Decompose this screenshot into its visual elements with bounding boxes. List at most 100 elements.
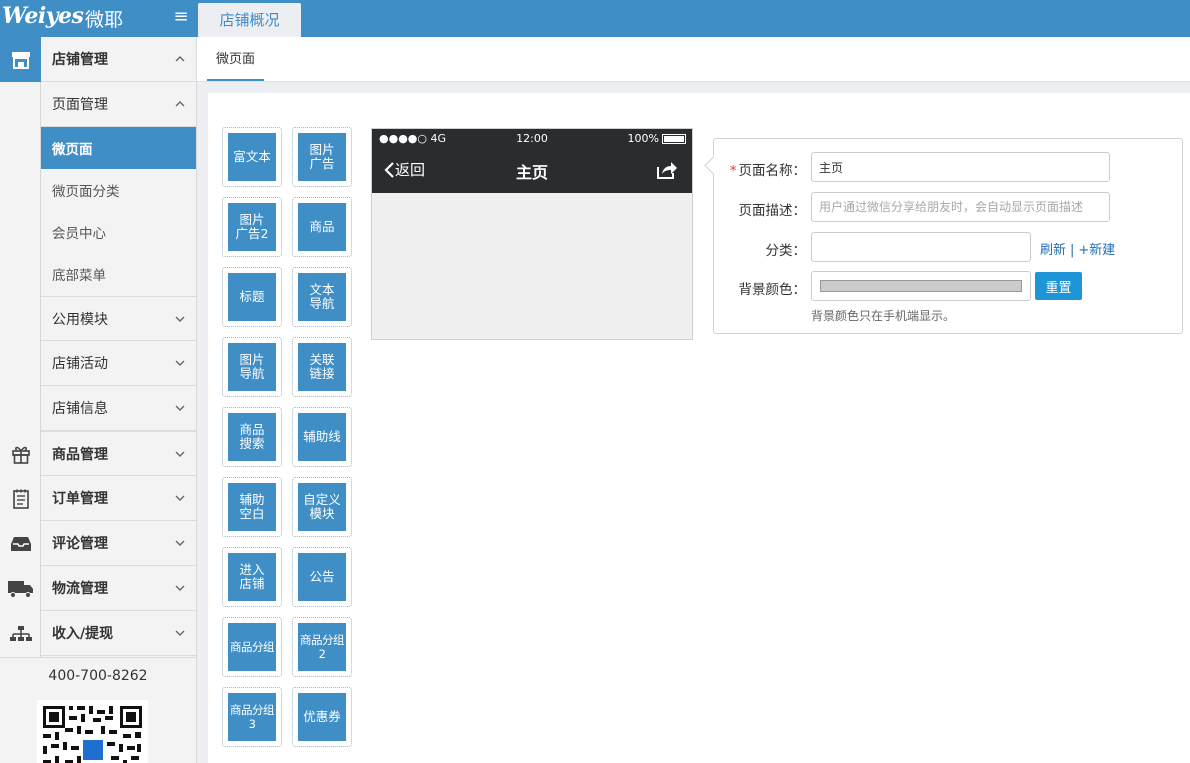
sidebar: 店铺管理 页面管理 微页面 微页面分类 会员中心 底部菜单 公用模块 店铺活动 … [0,37,197,763]
sidebar-sub-member-center[interactable]: 会员中心 [41,211,196,253]
sidebar-item-logistics-mgmt[interactable]: 物流管理 [41,566,196,611]
chevron-up-icon [175,101,185,107]
page-desc-input[interactable] [811,192,1110,222]
widget-goods-group-2[interactable]: 商品分组2 [292,617,352,677]
widget-goods[interactable]: 商品 [292,197,352,257]
sidebar-sub-micro-page[interactable]: 微页面 [41,127,196,169]
link-separator: | [1070,243,1075,258]
widget-title[interactable]: 标题 [222,267,282,327]
battery-icon [662,133,686,144]
share-icon[interactable] [656,160,678,184]
category-input[interactable] [811,232,1031,262]
sidebar-item-label: 店铺信息 [52,401,108,417]
qr-code-icon [37,700,148,763]
gift-icon[interactable] [0,431,41,476]
chevron-down-icon [175,316,185,322]
menu-toggle-icon[interactable]: ≡ [172,7,190,27]
sidebar-item-order-mgmt[interactable]: 订单管理 [41,476,196,521]
bg-color-picker[interactable] [811,271,1031,301]
sidebar-item-label: 店铺管理 [52,52,108,68]
widget-image-ad[interactable]: 图片广告 [292,127,352,187]
logo: Weiyes 微耶 ≡ [0,0,197,37]
sidebar-item-store-mgmt[interactable]: 店铺管理 [41,37,196,82]
widget-enter-store[interactable]: 进入店铺 [222,547,282,607]
tab-store-overview[interactable]: 店铺概况 [198,3,301,37]
bg-color-row: 背景颜色： 重置 [714,271,1184,301]
sidebar-item-goods-mgmt[interactable]: 商品管理 [41,431,196,476]
sub-tab-bar: 微页面 [197,37,1190,82]
battery-indicator: 100% [628,132,686,145]
inbox-icon[interactable] [0,521,41,566]
widget-coupon[interactable]: 优惠券 [292,687,352,747]
category-links: 刷新 | +新建 [1040,239,1115,258]
sitemap-icon[interactable] [0,611,41,656]
widget-text-nav[interactable]: 文本导航 [292,267,352,327]
sidebar-item-store-activity[interactable]: 店铺活动 [41,341,196,386]
battery-level: 100% [627,132,659,145]
widget-custom-module[interactable]: 自定义模块 [292,477,352,537]
preview-page-title: 主页 [515,163,548,182]
chevron-down-icon [175,405,185,411]
bg-color-swatch [820,280,1022,292]
widget-goods-group[interactable]: 商品分组 [222,617,282,677]
sidebar-item-income-withdraw[interactable]: 收入/提现 [41,611,196,656]
chevron-down-icon [175,495,185,501]
page-name-label: * 页面名称： [729,163,806,179]
chevron-up-icon [175,56,185,62]
sidebar-item-common-module[interactable]: 公用模块 [41,296,196,341]
sidebar-item-label: 店铺活动 [52,356,108,372]
preview-header: ●●●●○ 4G 12:00 100% 返回 主页 [372,129,692,193]
sidebar-item-label: 收入/提现 [52,626,114,642]
sidebar-item-label: 物流管理 [52,581,108,597]
reset-button[interactable]: 重置 [1035,272,1082,300]
page-name-row: * 页面名称： [714,152,1184,182]
logo-cn: 微耶 [85,9,124,31]
widget-goods-group-3[interactable]: 商品分组3 [222,687,282,747]
page-desc-label: 页面描述： [738,203,807,219]
sidebar-item-label: 公用模块 [52,311,108,328]
widget-goods-search[interactable]: 商品搜索 [222,407,282,467]
bg-color-hint: 背景颜色只在手机端显示。 [811,309,956,323]
preview-status-bar: ●●●●○ 4G 12:00 100% [372,129,692,149]
page-name-input[interactable] [811,152,1110,182]
widget-guide-line[interactable]: 辅助线 [292,407,352,467]
refresh-link[interactable]: 刷新 [1040,243,1066,258]
chevron-down-icon [175,630,185,636]
logo-text: Weiyes [2,3,84,29]
sidebar-item-label: 评论管理 [52,536,108,552]
widget-blank-space[interactable]: 辅助空白 [222,477,282,537]
sidebar-item-page-mgmt[interactable]: 页面管理 [41,82,196,127]
bg-color-label: 背景颜色： [738,282,807,298]
order-icon[interactable] [0,476,41,521]
category-row: 分类： 刷新 | +新建 [714,232,1184,262]
sidebar-footer: 400-700-8262 [0,657,196,763]
chevron-down-icon [175,360,185,366]
chevron-down-icon [175,540,185,546]
truck-icon[interactable] [0,566,41,611]
sidebar-item-store-info[interactable]: 店铺信息 [41,386,196,431]
page-desc-row: 页面描述： [714,192,1184,222]
widget-notice[interactable]: 公告 [292,547,352,607]
sidebar-item-label: 商品管理 [52,446,108,463]
chevron-down-icon [175,585,185,591]
sidebar-item-review-mgmt[interactable]: 评论管理 [41,521,196,566]
sidebar-sub-bottom-menu[interactable]: 底部菜单 [41,253,196,295]
sidebar-item-label: 订单管理 [52,491,108,507]
widget-related-link[interactable]: 关联链接 [292,337,352,397]
chevron-down-icon [175,451,185,457]
sidebar-sub-micro-page-category[interactable]: 微页面分类 [41,169,196,211]
required-mark: * [729,163,737,179]
widget-rich-text[interactable]: 富文本 [222,127,282,187]
sidebar-icon-column [0,37,41,657]
category-label: 分类： [765,243,807,259]
support-phone: 400-700-8262 [48,668,148,684]
store-icon[interactable] [0,37,41,82]
top-bar: Weiyes 微耶 ≡ 店铺概况 [0,0,1190,37]
sidebar-item-label: 页面管理 [52,97,108,113]
editor-panel: 富文本 图片广告 图片广告2 商品 标题 文本导航 图片导航 关联链接 商品搜索… [208,93,1190,763]
page-settings-form: *页面名称： 页面描述： 分类： 刷新 |+新建 背景颜色： 重置 背景颜色只在手… [713,138,1183,334]
new-category-link[interactable]: +新建 [1078,243,1115,258]
widget-image-nav[interactable]: 图片导航 [222,337,282,397]
tab-micro-page[interactable]: 微页面 [207,37,265,81]
widget-image-ad-2[interactable]: 图片广告2 [222,197,282,257]
